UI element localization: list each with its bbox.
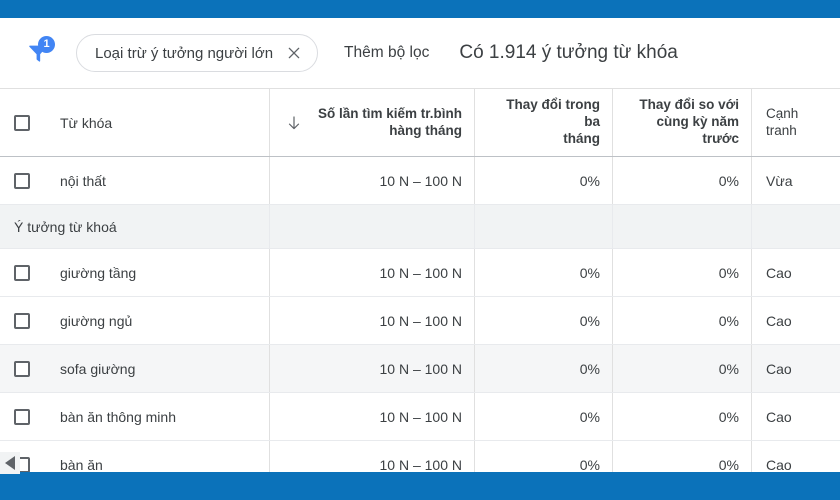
header-cell-competition[interactable]: Cạnh tranh [752, 89, 840, 156]
section-label: Ý tưởng từ khoá [14, 218, 117, 235]
filter-chip-label: Loại trừ ý tưởng người lớn [95, 44, 274, 62]
keyword-planner-screen: 1 Loại trừ ý tưởng người lớn Thêm bộ lọc… [0, 0, 840, 500]
row-cell-yoy-change: 0% [613, 249, 752, 296]
row-cell-competition: Cao [766, 264, 792, 281]
row-select-checkbox[interactable] [14, 312, 30, 329]
close-icon[interactable] [285, 44, 303, 62]
row-cell-yoy-change: 0% [613, 393, 752, 440]
row-cell-keyword: bàn ăn thông minh [0, 393, 270, 440]
section-cell-three [475, 205, 613, 248]
row-cell-competition: Vừa [766, 172, 793, 189]
table-header-row: Từ khóa Số lần tìm kiếm tr.bình hàng thá… [0, 89, 840, 157]
header-label-three-line1: Thay đổi trong ba [506, 97, 600, 130]
table-row[interactable]: sofa giường 10 N – 100 N 0% 0% Cao [0, 345, 840, 393]
table-row[interactable]: nội thất 10 N – 100 N 0% 0% Vừa [0, 157, 840, 205]
section-cell-keyword: Ý tưởng từ khoá [0, 205, 270, 248]
filter-chip-exclude-adult[interactable]: Loại trừ ý tưởng người lớn [76, 34, 319, 72]
row-cell-three-month-change: 0% [475, 297, 613, 344]
row-cell-competition: Cao [766, 408, 792, 425]
row-cell-yoy-change: 0% [613, 157, 752, 204]
row-label-keyword: sofa giường [60, 360, 136, 377]
row-cell-avg-monthly-searches: 10 N – 100 N [270, 345, 475, 392]
row-cell-three-month-change: 0% [475, 345, 613, 392]
row-label-keyword: nội thất [60, 172, 106, 189]
row-cell-competition: Cao [766, 312, 792, 329]
row-label-keyword: giường ngủ [60, 312, 133, 329]
row-label-keyword: bàn ăn [60, 456, 103, 473]
header-cell-avg-monthly-searches[interactable]: Số lần tìm kiếm tr.bình hàng tháng [270, 89, 475, 156]
filter-toolbar: 1 Loại trừ ý tưởng người lớn Thêm bộ lọc… [0, 18, 840, 88]
header-label-yoy-line1: Thay đổi so với [639, 97, 739, 113]
section-cell-yoy [613, 205, 752, 248]
header-cell-keyword: Từ khóa [0, 89, 270, 156]
row-cell-competition: Cao [766, 360, 792, 377]
scroll-left-arrow-icon[interactable] [0, 452, 20, 474]
browser-bottom-bar [0, 472, 840, 500]
row-cell-three-month-change: 0% [475, 249, 613, 296]
section-cell-competition [752, 205, 840, 248]
row-cell-yoy-change: 0% [613, 297, 752, 344]
table-row[interactable]: giường tầng 10 N – 100 N 0% 0% Cao [0, 249, 840, 297]
keyword-ideas-table: Từ khóa Số lần tìm kiếm tr.bình hàng thá… [0, 88, 840, 489]
row-cell-three-month-change: 0% [475, 157, 613, 204]
row-cell-three-month-change: 0% [475, 393, 613, 440]
row-cell-avg-monthly-searches: 10 N – 100 N [270, 157, 475, 204]
sort-arrow-glyph [288, 115, 300, 129]
header-label-yoy-line2: cùng kỳ năm trước [656, 114, 739, 146]
row-cell-avg-monthly-searches: 10 N – 100 N [270, 249, 475, 296]
header-label-keyword: Từ khóa [60, 114, 113, 131]
filter-count-badge: 1 [38, 36, 55, 53]
add-filter-button[interactable]: Thêm bộ lọc [344, 44, 429, 62]
row-select-checkbox[interactable] [14, 172, 30, 189]
row-cell-avg-monthly-searches: 10 N – 100 N [270, 297, 475, 344]
table-row[interactable]: giường ngủ 10 N – 100 N 0% 0% Cao [0, 297, 840, 345]
filter-button[interactable]: 1 [16, 31, 60, 75]
row-cell-keyword: giường ngủ [0, 297, 270, 344]
row-select-checkbox[interactable] [14, 408, 30, 425]
header-label-yoy-change: Thay đổi so với cùng kỳ năm trước [625, 97, 739, 148]
select-all-checkbox[interactable] [14, 114, 30, 131]
keyword-idea-count: Có 1.914 ý tưởng từ khóa [459, 42, 678, 63]
row-label-keyword: bàn ăn thông minh [60, 408, 176, 425]
header-cell-yoy-change[interactable]: Thay đổi so với cùng kỳ năm trước [613, 89, 752, 156]
browser-top-bar [0, 0, 840, 18]
row-cell-keyword: nội thất [0, 157, 270, 204]
row-label-keyword: giường tầng [60, 264, 137, 281]
header-label-avg-line1: Số lần tìm kiếm tr.bình [317, 105, 462, 121]
close-icon-glyph [288, 47, 300, 59]
row-cell-yoy-change: 0% [613, 345, 752, 392]
row-cell-avg-monthly-searches: 10 N – 100 N [270, 393, 475, 440]
header-cell-three-month-change[interactable]: Thay đổi trong ba tháng [475, 89, 613, 156]
header-label-avg-monthly-searches: Số lần tìm kiếm tr.bình hàng tháng [318, 106, 462, 140]
row-cell-keyword: giường tầng [0, 249, 270, 296]
row-select-checkbox[interactable] [14, 264, 30, 281]
header-label-three-line2: tháng [563, 130, 600, 146]
table-row[interactable]: bàn ăn thông minh 10 N – 100 N 0% 0% Cao [0, 393, 840, 441]
header-label-three-month-change: Thay đổi trong ba tháng [487, 97, 600, 148]
row-cell-keyword: sofa giường [0, 345, 270, 392]
table-section-header: Ý tưởng từ khoá [0, 205, 840, 249]
section-cell-searches [270, 205, 475, 248]
header-label-competition: Cạnh tranh [766, 105, 799, 138]
header-label-avg-line2: hàng tháng [389, 122, 462, 138]
row-select-checkbox[interactable] [14, 360, 30, 377]
scroll-left-triangle [5, 456, 15, 470]
sort-descending-arrow-icon[interactable] [284, 113, 304, 133]
